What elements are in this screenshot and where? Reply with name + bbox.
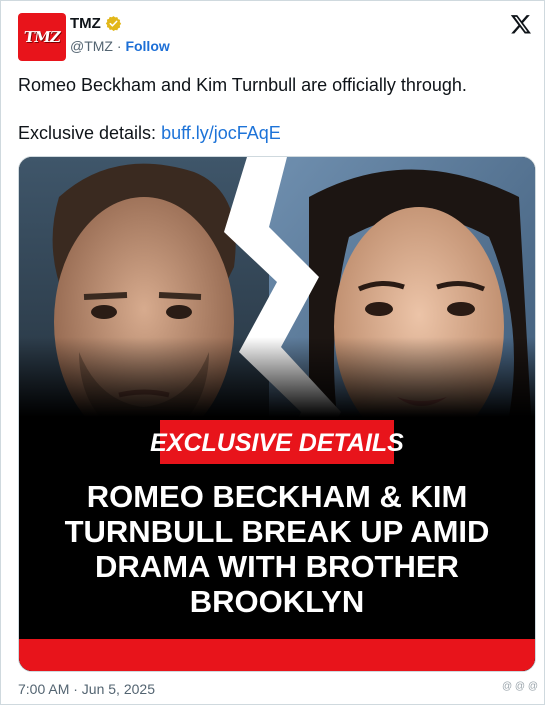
x-logo-icon[interactable]	[510, 13, 532, 35]
bottom-red-strip	[19, 639, 535, 671]
tweet-text-line1: Romeo Beckham and Kim Turnbull are offic…	[18, 75, 467, 95]
verified-badge-icon	[105, 16, 121, 31]
headline-line-3: DRAMA WITH BROTHER	[95, 549, 459, 584]
tweet-card: TMZ TMZ @TMZ · Follow Romeo Beckham and …	[0, 0, 545, 705]
author-handle[interactable]: @TMZ	[70, 38, 113, 54]
headline-line-4: BROOKLYN	[190, 584, 365, 619]
author-row: TMZ	[70, 15, 122, 32]
handle-row: @TMZ · Follow	[70, 38, 170, 54]
media-graphic: EXCLUSIVE DETAILS ROMEO BECKHAM & KIM TU…	[19, 157, 535, 671]
exclusive-details-prefix: Exclusive details:	[18, 123, 162, 143]
headline-line-1: ROMEO BECKHAM & KIM	[87, 479, 468, 514]
tweet-header: TMZ TMZ @TMZ · Follow	[18, 13, 532, 61]
tweet-text: Romeo Beckham and Kim Turnbull are offic…	[18, 73, 527, 145]
avatar[interactable]: TMZ	[18, 13, 66, 61]
fade-overlay	[19, 337, 535, 497]
tweet-text-line2: Exclusive details: buff.ly/jocFAqE	[18, 121, 527, 145]
exclusive-banner-text: EXCLUSIVE DETAILS	[150, 429, 404, 457]
watermark: @ @ @	[501, 681, 538, 692]
author-name[interactable]: TMZ	[70, 15, 101, 32]
follow-button[interactable]: Follow	[125, 38, 169, 54]
separator-dot: ·	[116, 38, 122, 54]
tweet-media-image[interactable]: EXCLUSIVE DETAILS ROMEO BECKHAM & KIM TU…	[18, 156, 536, 672]
headline-line-2: TURNBULL BREAK UP AMID	[65, 514, 490, 549]
article-link[interactable]: buff.ly/jocFAqE	[161, 123, 281, 143]
tweet-timestamp[interactable]: 7:00 AM · Jun 5, 2025	[18, 681, 155, 697]
tmz-logo: TMZ	[22, 28, 62, 46]
